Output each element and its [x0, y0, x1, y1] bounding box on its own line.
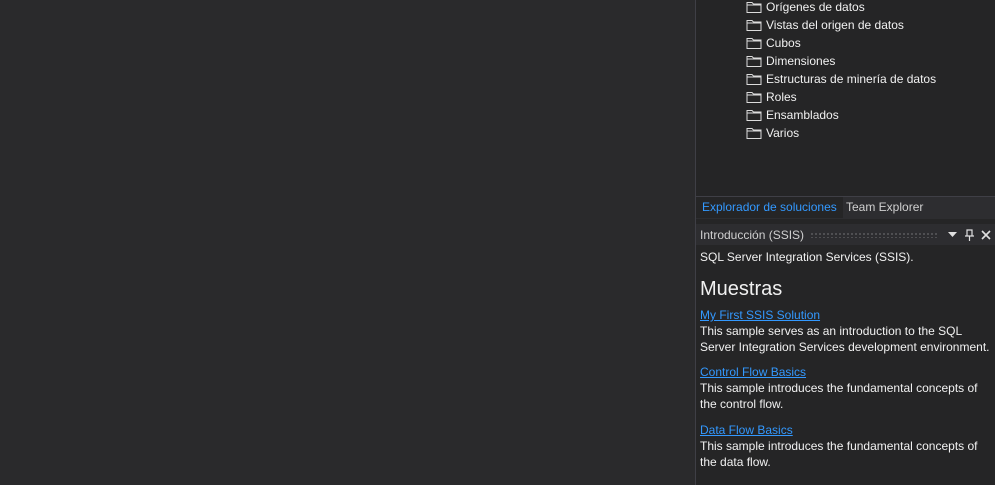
- tab-solution-explorer[interactable]: Explorador de soluciones: [696, 197, 843, 218]
- close-icon[interactable]: [979, 227, 993, 243]
- pane-tabs: Explorador de soluciones Team Explorer: [696, 196, 995, 219]
- tree-item-label: Varios: [766, 126, 800, 140]
- tree-item-label: Cubos: [766, 36, 801, 50]
- sample-item: Data Flow Basics This sample introduces …: [700, 422, 992, 470]
- tree-item-label: Orígenes de datos: [766, 0, 865, 14]
- intro-panel-content: SQL Server Integration Services (SSIS). …: [696, 246, 995, 485]
- tree-item-dimensiones[interactable]: Dimensiones: [746, 52, 835, 70]
- tree-item-origenes-de-datos[interactable]: Orígenes de datos: [746, 0, 865, 16]
- solution-explorer-tree: Orígenes de datos Vistas del origen de d…: [696, 0, 995, 196]
- tree-item-label: Roles: [766, 90, 797, 104]
- folder-icon: [746, 92, 762, 103]
- sample-description: This sample introduces the fundamental c…: [700, 381, 978, 411]
- panel-grip: [810, 231, 939, 238]
- folder-icon: [746, 2, 762, 13]
- folder-icon: [746, 38, 762, 49]
- tree-item-ensamblados[interactable]: Ensamblados: [746, 106, 839, 124]
- folder-icon: [746, 128, 762, 139]
- sample-description: This sample serves as an introduction to…: [700, 324, 990, 354]
- sample-description: This sample introduces the fundamental c…: [700, 439, 978, 469]
- tree-item-label: Estructuras de minería de datos: [766, 72, 937, 86]
- folder-icon: [746, 56, 762, 67]
- folder-icon: [746, 110, 762, 121]
- folder-icon: [746, 20, 762, 31]
- ide-window: Orígenes de datos Vistas del origen de d…: [0, 0, 995, 485]
- tree-item-label: Ensamblados: [766, 108, 839, 122]
- tree-item-varios[interactable]: Varios: [746, 124, 799, 142]
- intro-text: SQL Server Integration Services (SSIS).: [700, 250, 914, 264]
- editor-area[interactable]: [0, 0, 695, 485]
- sample-link-control-flow[interactable]: Control Flow Basics: [700, 364, 992, 380]
- dropdown-arrow-icon[interactable]: [945, 227, 959, 243]
- tree-item-estructuras-mineria[interactable]: Estructuras de minería de datos: [746, 70, 936, 88]
- panel-title: Introducción (SSIS): [700, 227, 805, 242]
- sample-link-data-flow[interactable]: Data Flow Basics: [700, 422, 992, 438]
- right-tool-pane: Orígenes de datos Vistas del origen de d…: [695, 0, 995, 485]
- tree-item-label: Dimensiones: [766, 54, 836, 68]
- tree-item-vistas-origen-datos[interactable]: Vistas del origen de datos: [746, 16, 904, 34]
- tree-item-roles[interactable]: Roles: [746, 88, 797, 106]
- tree-item-cubos[interactable]: Cubos: [746, 34, 801, 52]
- folder-icon: [746, 74, 762, 85]
- sample-item: My First SSIS Solution This sample serve…: [700, 307, 992, 355]
- tab-team-explorer[interactable]: Team Explorer: [840, 197, 929, 218]
- sample-link-my-first-ssis[interactable]: My First SSIS Solution: [700, 307, 992, 323]
- tree-item-label: Vistas del origen de datos: [766, 18, 904, 32]
- section-title: Muestras: [700, 278, 783, 300]
- pin-icon[interactable]: [962, 227, 976, 243]
- sample-item: Control Flow Basics This sample introduc…: [700, 364, 992, 412]
- intro-panel-header: Introducción (SSIS): [696, 224, 995, 245]
